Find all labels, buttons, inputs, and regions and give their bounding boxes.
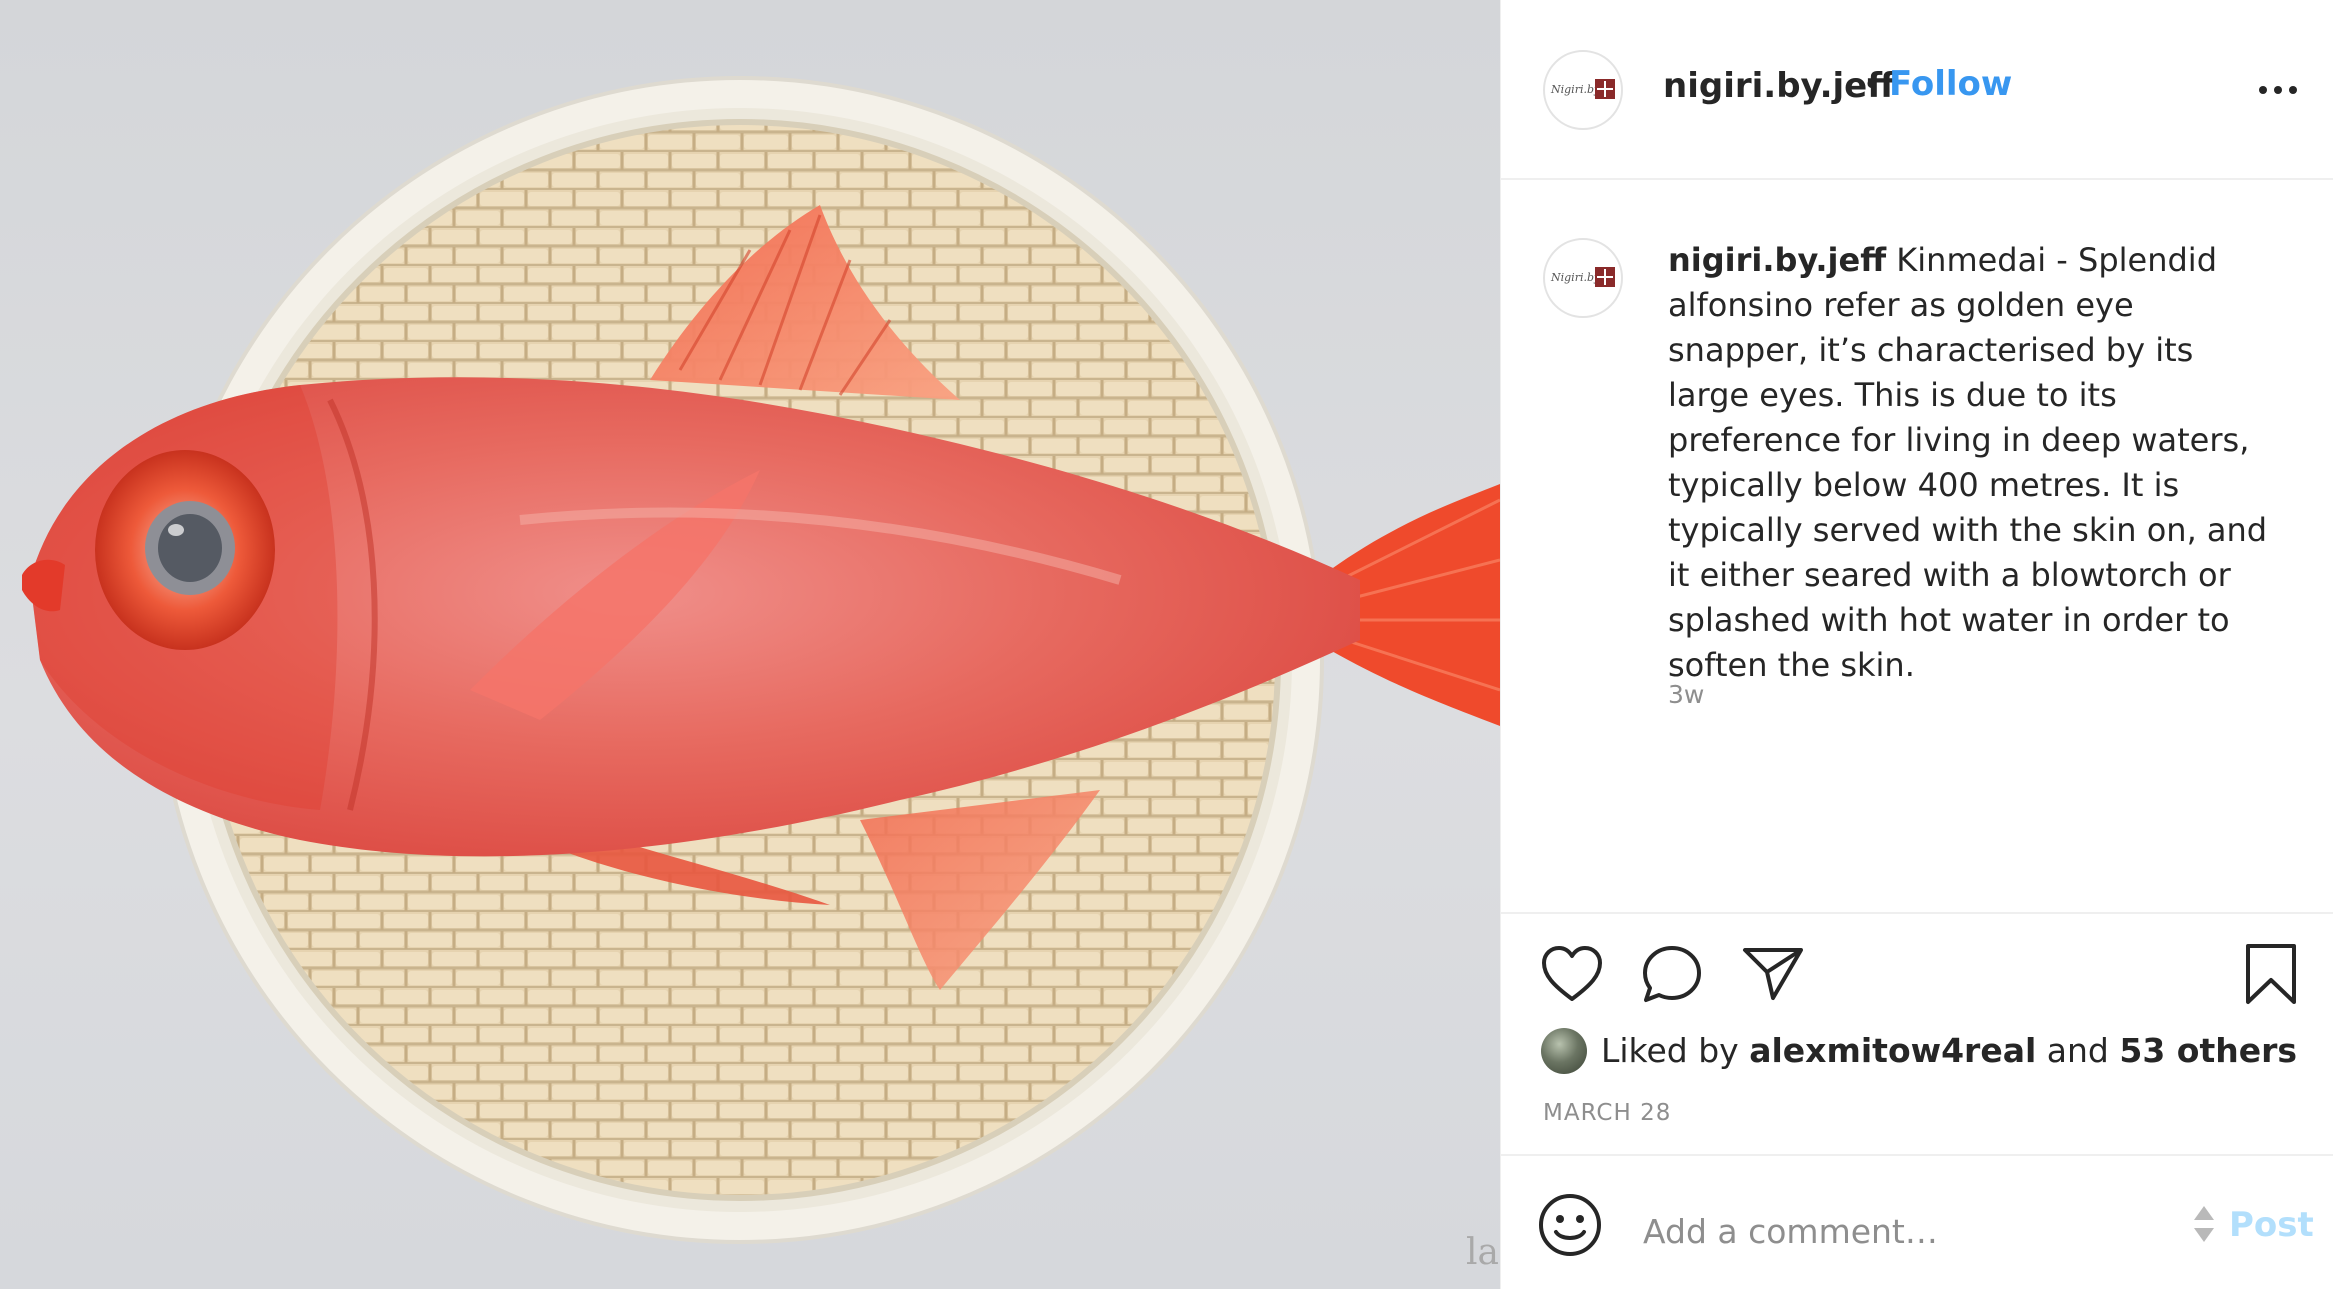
likes-connector: and — [2046, 1031, 2109, 1070]
likes-text: Liked by alexmitow4real and 53 others — [1601, 1031, 2297, 1070]
liker-username[interactable]: alexmitow4real — [1749, 1031, 2036, 1070]
caption-timestamp[interactable]: 3w — [1668, 680, 1704, 709]
instagram-post-view: la Nigiri.by nigiri.by.jeff • Follow Nig… — [0, 0, 2333, 1289]
comment-input[interactable] — [1641, 1200, 2185, 1262]
post-photo[interactable]: la — [0, 0, 1500, 1289]
avatar-logo-mark — [1595, 79, 1615, 99]
fish-photo — [22, 76, 1500, 1244]
avatar-script-text: Nigiri.by — [1551, 271, 1601, 284]
caption-username[interactable]: nigiri.by.jeff — [1668, 241, 1886, 279]
likes-others-link[interactable]: 53 others — [2119, 1031, 2297, 1070]
scroll-arrows-icon — [2194, 1206, 2214, 1242]
divider — [1501, 1154, 2333, 1156]
heart-icon[interactable] — [1541, 945, 1603, 1003]
divider — [1501, 912, 2333, 914]
avatar-script-text: Nigiri.by — [1551, 83, 1601, 96]
post-side-panel: Nigiri.by nigiri.by.jeff • Follow Nigiri… — [1500, 0, 2333, 1289]
caption-text: Kinmedai - Splendid alfonsino refer as g… — [1668, 241, 2268, 684]
share-icon[interactable] — [1741, 944, 1805, 1002]
liker-avatar[interactable] — [1541, 1028, 1587, 1074]
post-comment-button[interactable]: Post — [2229, 1205, 2314, 1245]
comment-icon[interactable] — [1641, 944, 1703, 1004]
caption-avatar[interactable]: Nigiri.by — [1543, 238, 1623, 318]
bookmark-icon[interactable] — [2243, 942, 2299, 1006]
author-avatar[interactable]: Nigiri.by — [1543, 50, 1623, 130]
header-separator: • — [1863, 68, 1881, 103]
follow-button[interactable]: Follow — [1889, 64, 2012, 104]
header-username[interactable]: nigiri.by.jeff — [1663, 66, 1895, 106]
post-date[interactable]: MARCH 28 — [1543, 1100, 1671, 1126]
avatar-logo-mark — [1595, 267, 1615, 287]
post-header: Nigiri.by nigiri.by.jeff • Follow — [1501, 0, 2333, 180]
emoji-icon[interactable] — [1537, 1192, 1603, 1258]
post-caption: nigiri.by.jeff Kinmedai - Splendid alfon… — [1668, 238, 2268, 688]
more-options-icon[interactable] — [2259, 84, 2299, 96]
likes-prefix: Liked by — [1601, 1031, 1739, 1070]
image-watermark: la — [1466, 1232, 1499, 1273]
